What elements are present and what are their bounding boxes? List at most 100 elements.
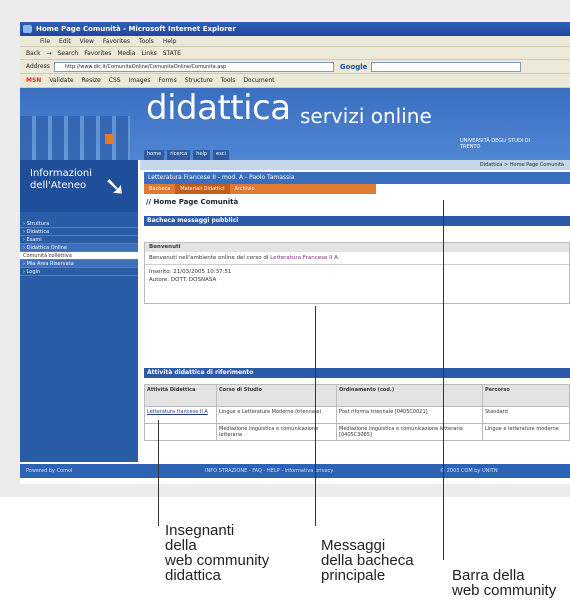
brand-sub-online: online xyxy=(370,104,432,128)
internet-explorer-icon xyxy=(23,25,32,33)
top-navigation: home ricerca help esci xyxy=(144,150,229,160)
breadcrumb: Didattica > Home Page Comunità xyxy=(140,160,570,170)
media-button[interactable]: Media xyxy=(117,50,135,57)
resize-menu[interactable]: Resize xyxy=(82,77,101,84)
cell-attivita xyxy=(144,423,217,441)
address-label: Address xyxy=(26,63,50,70)
structure-menu[interactable]: Structure xyxy=(185,77,213,84)
favorites-button[interactable]: Favorites xyxy=(84,50,111,57)
table-row: Letteratura francese II A Lingue e Lette… xyxy=(144,406,570,424)
menu-edit[interactable]: Edit xyxy=(59,38,71,45)
window-title: Home Page Comunità - Microsoft Internet … xyxy=(36,25,236,33)
board-message-text: Benvenuti nell'ambiente online del corso… xyxy=(149,255,269,261)
message-board: Benvenuti Benvenuti nell'ambiente online… xyxy=(144,242,570,304)
screenshot-background: Home Page Comunità - Microsoft Internet … xyxy=(0,0,570,497)
cell-corso: Mediazione linguistica e comunicazione l… xyxy=(216,423,337,441)
community-tabs: Bacheca Materiali Didattici Archivio xyxy=(144,184,376,194)
site-header: didattica servizi online UNIVERSITÀ DEGL… xyxy=(20,88,570,160)
sidebar-item-login[interactable]: › Login xyxy=(20,268,138,276)
cell-percorso: Standard xyxy=(482,406,570,424)
address-input[interactable]: http://www.dic.it/ComunitaOnline/Comunit… xyxy=(53,61,334,72)
activities-table: Attività Didattica Corso di Studio Ordin… xyxy=(144,384,570,441)
arrow-down-right-icon: ➘ xyxy=(104,172,126,202)
callout-line-bar xyxy=(443,200,444,560)
browser-toolbar: Back → Search Favorites Media Links STAT… xyxy=(20,47,570,60)
activities-section-title: Attività didattica di riferimento xyxy=(144,368,570,378)
sidebar-item-comunita-collettiva[interactable]: Comunità collettiva xyxy=(20,252,138,260)
cell-attivita: Letteratura francese II A xyxy=(144,406,217,424)
menu-bar: File Edit View Favorites Tools Help xyxy=(20,36,570,47)
sidebar-item-didattica[interactable]: › Didattica xyxy=(20,228,138,236)
brand-sub-servizi: servizi xyxy=(300,104,365,128)
cell-ordinamento: Post riforma triennale [0405C0021] xyxy=(336,406,483,424)
site-footer: Powered by Comol INFO STRAZIONE - FAQ - … xyxy=(20,464,570,478)
nav-home[interactable]: home xyxy=(144,150,165,160)
col-attivita: Attività Didattica xyxy=(144,384,217,407)
sidebar: Informazioni dell'Ateneo ➘ › Struttura ›… xyxy=(20,160,138,462)
google-search-logo: Google xyxy=(339,62,368,71)
university-name: UNIVERSITÀ DEGLI STUDI DI TRENTO xyxy=(460,138,531,150)
menu-file[interactable]: File xyxy=(40,38,50,45)
callout-line-teachers xyxy=(158,420,159,526)
site-logo-subtitle: servizi online xyxy=(300,104,432,128)
main-content: Letteratura Francese II - mod. A - Paolo… xyxy=(144,172,570,464)
teachers-course-link[interactable]: Letteratura francese II A xyxy=(147,409,208,415)
css-menu[interactable]: CSS xyxy=(109,77,121,84)
browser-window: Home Page Comunità - Microsoft Internet … xyxy=(20,22,570,484)
tab-archivio[interactable]: Archivio xyxy=(230,184,260,194)
tab-materiali-didattici[interactable]: Materiali Didattici xyxy=(175,184,230,194)
board-inserted-date: Inserito: 21/03/2005 10:37:51 xyxy=(149,269,232,275)
cell-ordinamento: Mediazione linguistica e comunicazione l… xyxy=(336,423,483,441)
board-course-link[interactable]: Letteratura Francese II A xyxy=(270,255,338,261)
nav-esci[interactable]: esci xyxy=(213,150,229,160)
callout-bar: Barra della web community xyxy=(452,568,557,598)
table-header-row: Attività Didattica Corso di Studio Ordin… xyxy=(144,384,570,407)
sidebar-title: Informazioni dell'Ateneo xyxy=(30,168,92,191)
col-corso: Corso di Studio xyxy=(216,384,337,407)
tab-bacheca[interactable]: Bacheca xyxy=(144,184,175,194)
callout-line-messages xyxy=(315,306,316,526)
board-message: Benvenuti nell'ambiente online del corso… xyxy=(145,252,569,265)
col-percorso: Percorso xyxy=(482,384,570,407)
back-button[interactable]: Back xyxy=(26,50,41,57)
ateneo-info-box: Informazioni dell'Ateneo ➘ xyxy=(20,160,138,212)
board-header: Benvenuti xyxy=(145,243,569,252)
sidebar-menu: › Struttura › Didattica › Esami › Didatt… xyxy=(20,220,138,276)
sidebar-item-esami[interactable]: › Esami xyxy=(20,236,138,244)
sidebar-item-area-riservata[interactable]: › Mia Area Riservata xyxy=(20,260,138,268)
col-ordinamento: Ordinamento (cod.) xyxy=(336,384,483,407)
nav-help[interactable]: help xyxy=(193,150,211,160)
board-section-title: Bacheca messaggi pubblici xyxy=(144,216,570,226)
links-button[interactable]: Links xyxy=(141,50,156,57)
address-bar: Address http://www.dic.it/ComunitaOnline… xyxy=(20,60,570,74)
callout-teachers: Insegnanti della web community didattica xyxy=(165,522,270,584)
window-titlebar: Home Page Comunità - Microsoft Internet … xyxy=(20,22,570,36)
sidebar-item-didattica-online[interactable]: › Didattica Online xyxy=(20,244,138,252)
search-button[interactable]: Search xyxy=(58,50,79,57)
page-title: // Home Page Comunità xyxy=(146,198,239,206)
menu-favorites[interactable]: Favorites xyxy=(103,38,130,45)
msn-link[interactable]: MSN xyxy=(26,77,41,84)
google-search-input[interactable] xyxy=(371,61,522,72)
images-menu[interactable]: Images xyxy=(129,77,151,84)
footer-copyright: © 2003 COM by UNITN xyxy=(440,468,498,474)
document-menu[interactable]: Document xyxy=(243,77,274,84)
tools-menu[interactable]: Tools xyxy=(221,77,236,84)
menu-view[interactable]: View xyxy=(80,38,94,45)
cell-corso: Lingue e Letterature Moderne (triennale) xyxy=(216,406,337,424)
sidebar-item-struttura[interactable]: › Struttura xyxy=(20,220,138,228)
menu-help[interactable]: Help xyxy=(163,38,177,45)
footer-powered-by: Powered by Comol xyxy=(26,468,73,474)
header-accent-mark xyxy=(105,134,113,144)
state-link[interactable]: STATE xyxy=(163,50,181,57)
validate-menu[interactable]: Validate xyxy=(49,77,73,84)
board-meta: Inserito: 21/03/2005 10:37:51 Autore: DO… xyxy=(145,265,569,287)
header-decoration xyxy=(20,116,130,160)
forward-button[interactable]: → xyxy=(47,50,52,57)
site-logo[interactable]: didattica xyxy=(146,88,291,128)
menu-tools[interactable]: Tools xyxy=(139,38,154,45)
nav-ricerca[interactable]: ricerca xyxy=(167,150,191,160)
forms-menu[interactable]: Forms xyxy=(158,77,176,84)
callout-messages: Messaggi della bacheca principale xyxy=(321,537,414,584)
community-bar[interactable]: Letteratura Francese II - mod. A - Paolo… xyxy=(144,172,570,184)
